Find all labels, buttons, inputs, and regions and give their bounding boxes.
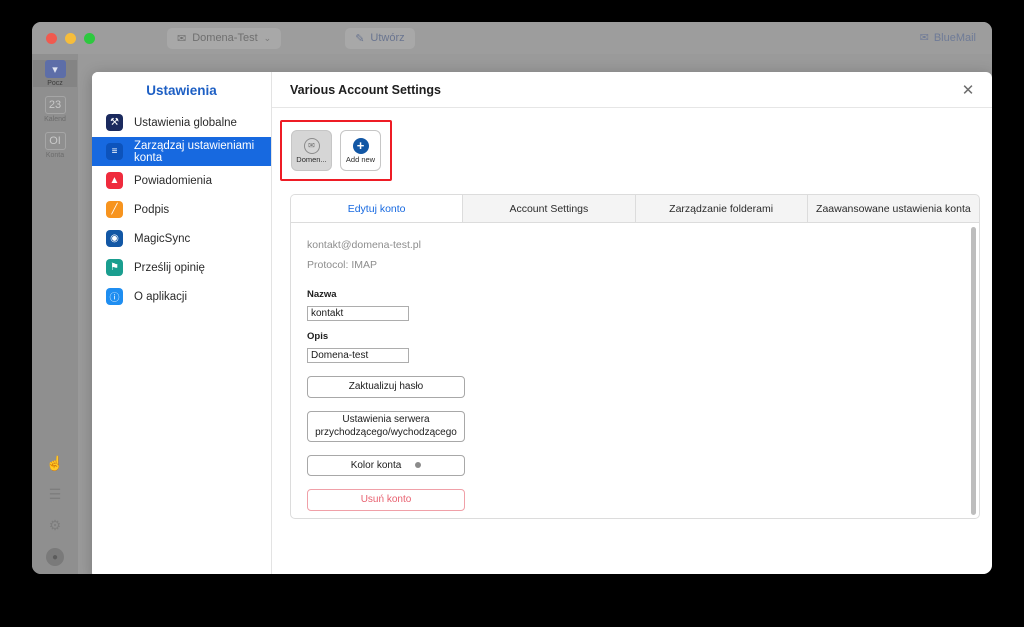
- sidebar-item-magicsync[interactable]: ◉ MagicSync: [92, 224, 271, 253]
- account-email: kontakt@domena-test.pl: [307, 239, 421, 251]
- account-tile-label: Add new: [345, 154, 376, 164]
- avatar-icon[interactable]: ●: [46, 548, 64, 566]
- sidebar-item-label: Podpis: [134, 203, 170, 216]
- rail-item-calendar[interactable]: 23 Kalend: [33, 96, 77, 123]
- tab-panel-body: kontakt@domena-test.pl Protocol: IMAP Na…: [290, 223, 980, 519]
- rail-item-label: Pocz: [47, 80, 63, 87]
- sidebar-title: Ustawienia: [146, 82, 217, 98]
- color-swatch-icon: [415, 462, 422, 469]
- maximize-window-button[interactable]: [84, 32, 95, 44]
- plus-circle-icon: +: [352, 137, 369, 154]
- server-settings-button[interactable]: Ustawienia serwera przychodzącego/wychod…: [307, 410, 465, 442]
- magicsync-cloud-icon: ◉: [106, 230, 123, 247]
- sidebar-item-label: Prześlij opinię: [134, 261, 205, 274]
- tab-folder-management[interactable]: Zarządzanie folderami: [636, 195, 808, 222]
- gear-icon[interactable]: ⚙: [49, 517, 62, 534]
- tab-account-settings[interactable]: Account Settings: [463, 195, 636, 222]
- settings-main-panel: Various Account Settings ✕ ✉ Domen... + …: [272, 72, 992, 574]
- news-list-icon[interactable]: ☰: [49, 486, 62, 503]
- contacts-icon: OI: [44, 132, 66, 150]
- server-settings-line1: Ustawienia serwera: [342, 413, 430, 425]
- sidebar-item-manage-account-settings[interactable]: ≡ Zarządzaj ustawieniami konta: [92, 137, 271, 166]
- tab-advanced-account-settings[interactable]: Zaawansowane ustawienia konta: [808, 195, 979, 222]
- account-color-label: Kolor konta: [350, 459, 402, 471]
- account-switcher-label: Domena-Test: [192, 32, 258, 44]
- settings-sidebar: Ustawienia ⚒ Ustawienia globalne ≡ Zarzą…: [92, 72, 272, 574]
- minimize-window-button[interactable]: [65, 32, 76, 44]
- sidebar-item-send-feedback[interactable]: ⚑ Prześlij opinię: [92, 253, 271, 282]
- account-protocol: Protocol: IMAP: [307, 259, 378, 271]
- compose-label: Utwórz: [370, 32, 405, 44]
- account-settings-panel: Edytuj konto Account Settings Zarządzani…: [290, 194, 980, 519]
- close-icon[interactable]: ✕: [958, 80, 978, 100]
- brand-label: BlueMail: [933, 31, 976, 44]
- chevron-down-icon: ⌄: [263, 32, 272, 43]
- delete-account-button[interactable]: Usuń konto: [307, 489, 465, 511]
- settings-modal: Ustawienia ⚒ Ustawienia globalne ≡ Zarzą…: [92, 72, 992, 574]
- description-field-label: Opis: [307, 331, 329, 342]
- update-password-button[interactable]: Zaktualizuj hasło: [307, 376, 465, 398]
- thumbs-up-icon[interactable]: ☝: [46, 455, 63, 472]
- sidebar-item-label: MagicSync: [134, 232, 191, 245]
- sidebar-item-label: O aplikacji: [134, 290, 188, 303]
- bell-icon: ▲: [106, 172, 123, 189]
- tab-bar: Edytuj konto Account Settings Zarządzani…: [290, 194, 980, 223]
- bluemail-logo-icon: ✉: [919, 32, 929, 44]
- application-window: ✉ Domena-Test ⌄ ✎ Utwórz ✉ BlueMail ▾ Po…: [32, 22, 992, 574]
- sidebar-item-label: Ustawienia globalne: [134, 116, 237, 129]
- sidebar-item-about[interactable]: ⓘ O aplikacji: [92, 282, 271, 311]
- tools-icon: ⚒: [106, 114, 123, 131]
- name-input[interactable]: [307, 306, 409, 321]
- mail-icon: ▾: [44, 60, 66, 78]
- bluemail-brand: ✉ BlueMail: [919, 31, 976, 45]
- account-tile-label: Domen...: [296, 154, 327, 164]
- compose-button[interactable]: ✎ Utwórz: [345, 27, 415, 49]
- description-input[interactable]: [307, 348, 409, 363]
- window-titlebar: ✉ Domena-Test ⌄ ✎ Utwórz ✉ BlueMail: [32, 22, 992, 54]
- modal-header: Various Account Settings ✕: [272, 72, 992, 108]
- panel-scrollbar[interactable]: [971, 227, 976, 515]
- rail-item-mail[interactable]: ▾ Pocz: [33, 60, 77, 87]
- account-tiles-highlight: ✉ Domen... + Add new: [280, 120, 392, 181]
- account-switcher-button[interactable]: ✉ Domena-Test ⌄: [167, 27, 282, 49]
- account-color-button[interactable]: Kolor konta: [307, 454, 465, 476]
- delete-account-label: Usuń konto: [360, 494, 412, 505]
- sidebar-item-signature[interactable]: ╱ Podpis: [92, 195, 271, 224]
- sidebar-item-notifications[interactable]: ▲ Powiadomienia: [92, 166, 271, 195]
- account-avatar-icon: ✉: [303, 137, 320, 154]
- sidebar-item-label: Powiadomienia: [134, 174, 212, 187]
- megaphone-icon: ⚑: [106, 259, 123, 276]
- account-tile-domena[interactable]: ✉ Domen...: [291, 130, 332, 171]
- server-settings-line2: przychodzącego/wychodzącego: [315, 427, 457, 438]
- add-new-account-button[interactable]: + Add new: [340, 130, 381, 171]
- app-rail-bottom: ☝ ☰ ⚙ ●: [32, 455, 78, 566]
- calendar-icon: 23: [44, 96, 66, 114]
- pencil-icon: ╱: [106, 201, 123, 218]
- close-window-button[interactable]: [46, 32, 57, 44]
- layers-icon: ≡: [106, 143, 123, 160]
- compose-icon: ✎: [355, 32, 365, 45]
- sidebar-item-global-settings[interactable]: ⚒ Ustawienia globalne: [92, 108, 271, 137]
- sidebar-item-label: Zarządzaj ustawieniami konta: [134, 139, 255, 164]
- window-traffic-lights: [46, 32, 95, 44]
- rail-item-contacts[interactable]: OI Konta: [33, 132, 77, 159]
- rail-item-label: Kalend: [44, 116, 66, 123]
- tab-edit-account[interactable]: Edytuj konto: [291, 195, 464, 222]
- name-field-label: Nazwa: [307, 289, 337, 300]
- envelope-icon: ✉: [177, 32, 187, 45]
- update-password-label: Zaktualizuj hasło: [348, 381, 424, 392]
- info-icon: ⓘ: [106, 288, 123, 305]
- rail-item-label: Konta: [45, 152, 65, 159]
- page-title: Various Account Settings: [290, 82, 441, 97]
